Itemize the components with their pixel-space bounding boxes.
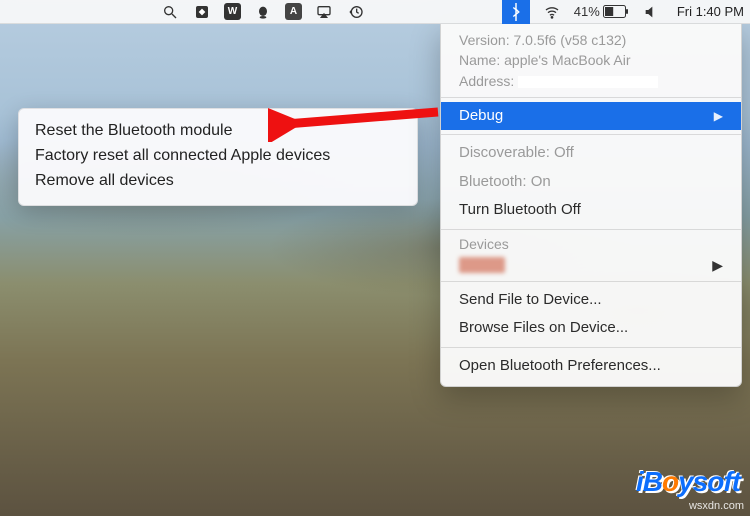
menu-item-label: Debug (459, 105, 503, 128)
airplay-icon[interactable] (314, 2, 334, 22)
menubar-clock[interactable]: Fri 1:40 PM (673, 4, 744, 19)
qq-icon[interactable] (253, 2, 273, 22)
menu-item-discoverable: Discoverable: Off (441, 139, 741, 168)
battery-status[interactable]: 41% (574, 4, 629, 19)
menu-item-turn-off[interactable]: Turn Bluetooth Off (441, 196, 741, 225)
menu-separator (441, 97, 741, 98)
menu-item-browse-files[interactable]: Browse Files on Device... (441, 314, 741, 343)
device-row[interactable]: ▶ (441, 254, 741, 277)
menu-separator (441, 347, 741, 348)
menubar-right: 41% Fri 1:40 PM (502, 0, 744, 24)
speaker-icon[interactable] (641, 2, 661, 22)
menu-item-bluetooth-state: Bluetooth: On (441, 168, 741, 197)
chevron-right-icon: ▶ (712, 257, 723, 274)
spotlight-icon[interactable] (160, 2, 180, 22)
redacted-device-name (459, 257, 505, 273)
bt-name-line: Name: apple's MacBook Air (459, 50, 723, 70)
submenu-item-factory-reset[interactable]: Factory reset all connected Apple device… (35, 144, 401, 169)
menu-item-send-file[interactable]: Send File to Device... (441, 286, 741, 315)
watermark-brand: iBoysoft (636, 466, 740, 498)
annotation-arrow (268, 102, 448, 142)
bluetooth-menu: Version: 7.0.5f6 (v58 c132) Name: apple'… (440, 24, 742, 387)
menu-item-debug[interactable]: Debug ▶ (441, 102, 741, 131)
watermark-site: wsxdn.com (689, 500, 744, 512)
menu-separator (441, 229, 741, 230)
menubar: W A 41% Fri 1:40 PM (0, 0, 750, 24)
wps-icon[interactable]: W (224, 3, 241, 20)
menu-item-open-prefs[interactable]: Open Bluetooth Preferences... (441, 352, 741, 381)
redacted-address (518, 76, 658, 88)
app-a-icon[interactable]: A (285, 3, 302, 20)
timemachine-icon[interactable] (346, 2, 366, 22)
bluetooth-icon[interactable] (502, 0, 530, 24)
bt-version-line: Version: 7.0.5f6 (v58 c132) (459, 30, 723, 50)
input-method-icon[interactable] (192, 2, 212, 22)
submenu-item-remove-all[interactable]: Remove all devices (35, 169, 401, 194)
menu-separator (441, 281, 741, 282)
menu-separator (441, 134, 741, 135)
bt-info-block: Version: 7.0.5f6 (v58 c132) Name: apple'… (441, 24, 741, 93)
wifi-icon[interactable] (542, 2, 562, 22)
battery-percent: 41% (574, 4, 600, 19)
menubar-left: W A (160, 2, 366, 22)
chevron-right-icon: ▶ (714, 107, 723, 125)
bt-address-line: Address: (459, 71, 723, 91)
devices-header: Devices (441, 234, 741, 254)
